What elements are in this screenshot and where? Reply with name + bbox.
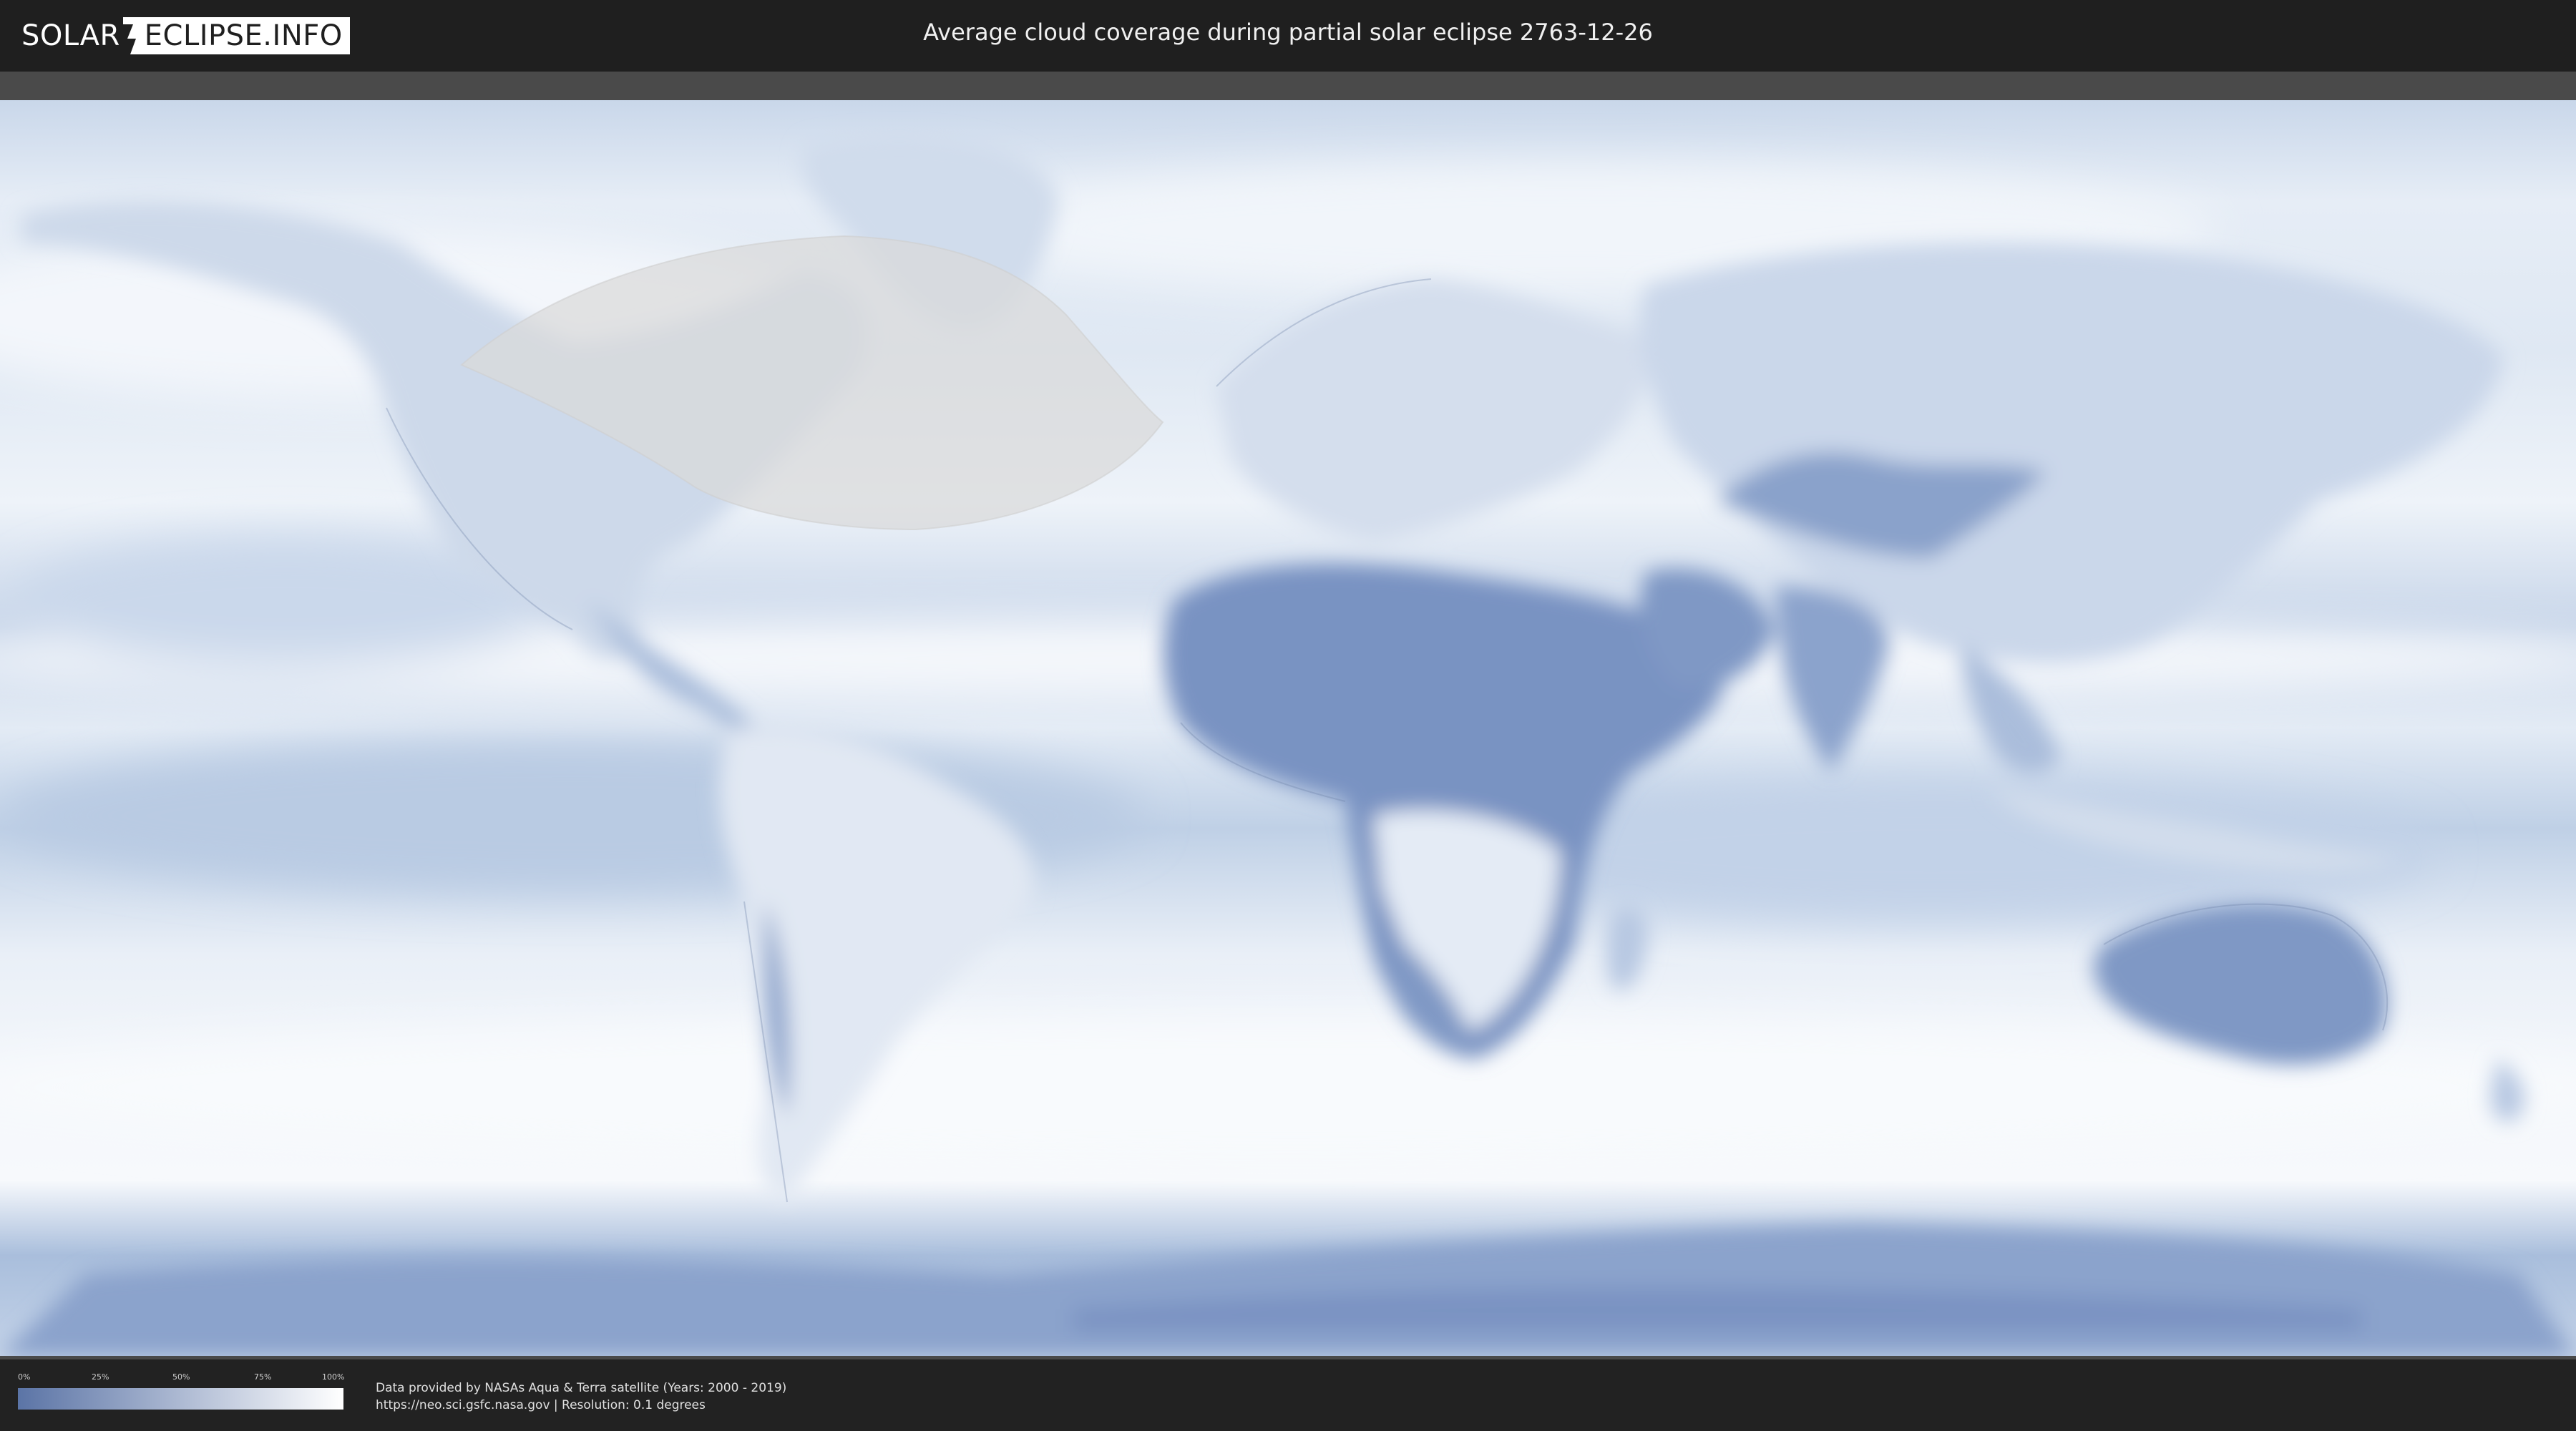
legend-tick-50: 50% [172, 1372, 190, 1382]
legend-tick-100: 100% [322, 1372, 345, 1382]
legend-tick-25: 25% [92, 1372, 109, 1382]
cloud-coverage-legend: 0% 25% 50% 75% 100% [18, 1372, 345, 1415]
legend-gradient-bar [18, 1388, 343, 1410]
page: SOLAR ECLIPSE.INFO Average cloud coverag… [0, 0, 2576, 1431]
header-bar: SOLAR ECLIPSE.INFO Average cloud coverag… [0, 0, 2576, 72]
data-credits: Data provided by NASAs Aqua & Terra sate… [376, 1379, 786, 1414]
legend-tick-75: 75% [254, 1372, 272, 1382]
credits-line-2: https://neo.sci.gsfc.nasa.gov | Resoluti… [376, 1398, 706, 1412]
page-title: Average cloud coverage during partial so… [923, 19, 1653, 46]
legend-tick-labels: 0% 25% 50% 75% 100% [18, 1372, 345, 1385]
cloud-coverage-map[interactable] [0, 100, 2576, 1356]
legend-tick-0: 0% [18, 1372, 31, 1382]
credits-line-1: Data provided by NASAs Aqua & Terra sate… [376, 1381, 787, 1395]
